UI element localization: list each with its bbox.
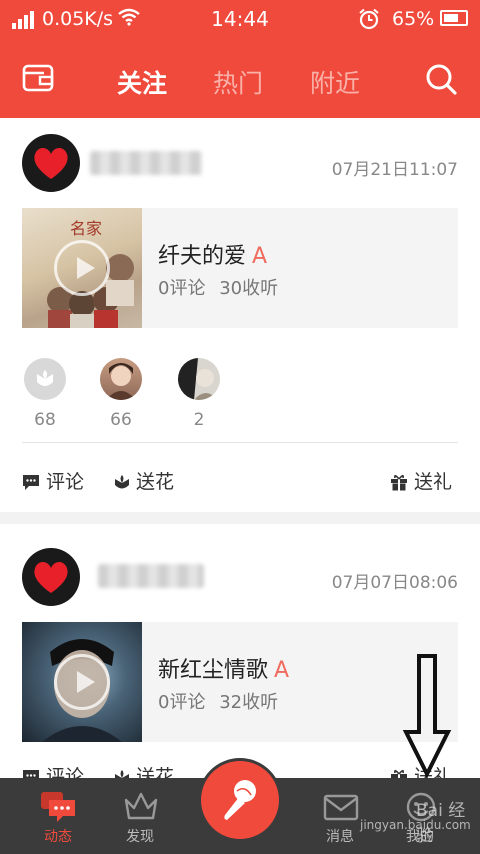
play-icon[interactable] [54, 240, 110, 296]
gift-count: 2 [193, 410, 205, 430]
tab-messages[interactable]: 消息 [300, 778, 380, 854]
comment-count: 0评论 [158, 278, 206, 299]
flower-giver[interactable] [24, 358, 66, 400]
song-cover[interactable] [22, 622, 142, 742]
feed-card: 07月21日11:07 名家 纤夫的爱 A 0评论 30收听 68 66 2 评… [0, 118, 480, 512]
record-button[interactable] [198, 758, 282, 842]
song-cover[interactable]: 名家 [22, 208, 142, 328]
song-title: 新红尘情歌 A [158, 652, 289, 684]
song-stats: 0评论 30收听 [158, 274, 278, 300]
listen-count: 32收听 [219, 692, 279, 713]
microphone-icon [224, 780, 256, 820]
send-gift-button[interactable]: 送礼 [390, 467, 452, 494]
gift-count: 66 [110, 410, 132, 430]
down-arrow-annotation [402, 654, 452, 778]
mail-icon [323, 794, 359, 821]
tab-feed[interactable]: 动态 [18, 778, 98, 854]
flower-icon [115, 475, 129, 489]
song-item[interactable]: 新红尘情歌 A 0评论 32收听 [22, 622, 458, 742]
wallet-icon[interactable] [22, 64, 54, 92]
svg-text:名家: 名家 [70, 219, 102, 238]
avatar[interactable] [22, 548, 80, 606]
listen-count: 30收听 [219, 278, 279, 299]
app-header: 关注 热门 附近 [0, 38, 480, 118]
heart-icon [34, 148, 68, 179]
crown-icon [124, 792, 158, 820]
song-name: 纤夫的爱 [158, 244, 247, 269]
send-flower-button[interactable]: 送花 [114, 467, 174, 494]
username-blurred [90, 151, 202, 175]
search-icon[interactable] [424, 62, 458, 96]
feed-chat-icon [41, 792, 75, 822]
tab-nearby[interactable]: 附近 [310, 64, 360, 100]
play-icon[interactable] [54, 654, 110, 710]
battery-percent: 65% [392, 8, 435, 30]
heart-icon [34, 562, 68, 593]
grade-badge: A [252, 244, 268, 269]
comment-icon [23, 475, 39, 490]
alarm-icon [359, 8, 379, 30]
song-item[interactable]: 名家 纤夫的爱 A 0评论 30收听 [22, 208, 458, 328]
tab-label: 发现 [126, 829, 154, 845]
post-datetime: 07月07日08:06 [331, 573, 458, 593]
status-bar: 0.05K/s 14:44 65% [0, 0, 480, 38]
watermark-url: jingyan.baidu.com [360, 818, 471, 832]
avatar[interactable] [100, 358, 142, 400]
song-title: 纤夫的爱 A [158, 238, 267, 270]
avatar[interactable] [178, 358, 220, 400]
gift-count: 68 [34, 410, 56, 430]
gift-icon [391, 474, 407, 491]
flower-icon [37, 370, 53, 386]
battery-icon [440, 10, 468, 26]
comment-count: 0评论 [158, 692, 206, 713]
avatar[interactable] [22, 134, 80, 192]
post-datetime: 07月21日11:07 [331, 160, 458, 180]
comment-button[interactable]: 评论 [22, 467, 84, 494]
song-stats: 0评论 32收听 [158, 688, 278, 714]
flower-label: 送花 [136, 471, 175, 493]
tab-follow[interactable]: 关注 [117, 64, 167, 100]
song-name: 新红尘情歌 [158, 658, 269, 683]
tab-discover[interactable]: 发现 [100, 778, 180, 854]
tab-hot[interactable]: 热门 [213, 64, 263, 100]
tab-label: 动态 [44, 829, 72, 845]
grade-badge: A [274, 658, 290, 683]
divider [22, 442, 458, 443]
comment-label: 评论 [46, 471, 85, 493]
username-blurred [98, 564, 204, 588]
gift-label: 送礼 [414, 471, 453, 493]
